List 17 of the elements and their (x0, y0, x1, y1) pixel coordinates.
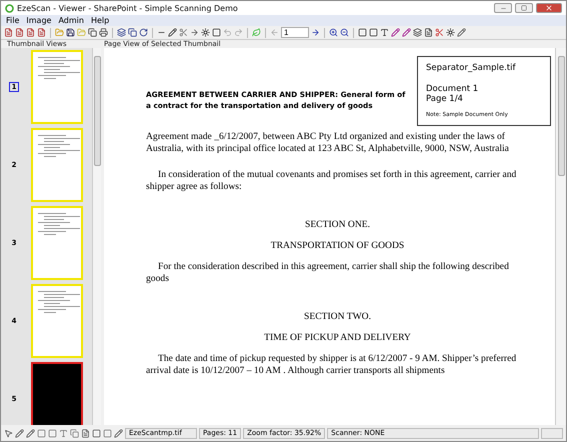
document-paragraph: The date and time of pickup requested by shipper is at 6/12/2007 - 9 AM. Shipper’s preferred arrival date is 10/12/2007 – 10 AM . Although carrier transports all shipments (146, 353, 518, 378)
separator-document: Document 1 (426, 84, 480, 94)
separator-page: Page 1/4 (426, 94, 464, 104)
document-paragraph: For the consideration described in this agreement, carrier shall ship the following described goods (146, 261, 510, 286)
menu-item[interactable]: Image (26, 16, 52, 25)
menu-item[interactable]: Admin (58, 16, 84, 25)
section-heading: SECTION TWO. (303, 311, 372, 322)
document-paragraph: Agreement made _6/12/2007, between ABC Pty Ltd organized and existing under the laws of Australia, with its principal office located at 123 ABC St, Alphabetville, 9000, NSW, Australia (146, 131, 510, 156)
page-number-field[interactable]: 1 (281, 27, 309, 38)
section-heading: TIME OF PICKUP AND DELIVERY (263, 332, 412, 344)
window-title: EzeScan - Viewer - SharePoint - Simple Scanning Demo (17, 4, 239, 12)
document-paragraph: In consideration of the mutual covenants and promises set forth in this agreement, carrier and shipper agree as follows: (146, 169, 518, 194)
menu-item[interactable]: File (6, 16, 20, 25)
separator-filename: Separator_Sample.tif (426, 63, 517, 73)
section-heading: TRANSPORTATION OF GOODS (270, 240, 406, 252)
section-heading: SECTION ONE. (304, 219, 372, 230)
menu-item[interactable]: Help (90, 16, 110, 25)
